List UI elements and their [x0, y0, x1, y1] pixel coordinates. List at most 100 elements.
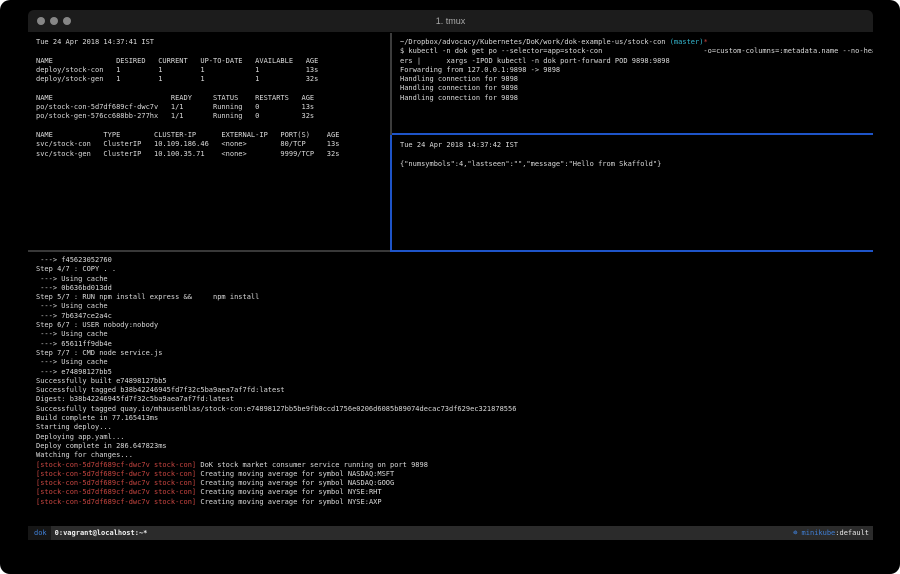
- text-segment: Forwarding from 127.0.0.1:9898 -> 9898: [400, 66, 560, 74]
- terminal-line: deploy/stock-con 1 1 1 1 13s: [36, 66, 390, 75]
- terminal-line: ---> 0b636bd013dd: [36, 284, 873, 293]
- terminal-line: NAME DESIRED CURRENT UP-TO-DATE AVAILABL…: [36, 57, 390, 66]
- text-segment: Digest: b38b42246945fd7f32c5ba9aea7af7fd…: [36, 395, 234, 403]
- terminal-line: [stock-con-5d7df689cf-dwc7v stock-con] D…: [36, 461, 873, 470]
- text-segment: Deploying app.yaml...: [36, 433, 125, 441]
- text-segment: ---> e74898127bb5: [36, 368, 112, 376]
- terminal-line: $ kubectl -n dok get po --selector=app=s…: [400, 47, 873, 56]
- text-segment: Step 4/7 : COPY . .: [36, 265, 116, 273]
- terminal-line: Forwarding from 127.0.0.1:9898 -> 9898: [400, 66, 873, 75]
- text-segment: Handling connection for 9898: [400, 94, 518, 102]
- text-segment: po/stock-gen-576cc688bb-277hx 1/1 Runnin…: [36, 112, 314, 120]
- terminal-line: Step 4/7 : COPY . .: [36, 265, 873, 274]
- text-segment: ---> 7b6347ce2a4c: [36, 312, 112, 320]
- terminal-line: Successfully tagged quay.io/mhausenblas/…: [36, 405, 873, 414]
- terminal-line: Starting deploy...: [36, 423, 873, 432]
- terminal-line: [36, 47, 390, 56]
- text-segment: ---> 0b636bd013dd: [36, 284, 112, 292]
- terminal-line: ---> 7b6347ce2a4c: [36, 312, 873, 321]
- terminal-line: ---> Using cache: [36, 358, 873, 367]
- terminal-line: Tue 24 Apr 2018 14:37:42 IST: [400, 141, 873, 150]
- text-segment: Starting deploy...: [36, 423, 112, 431]
- text-segment: ---> Using cache: [36, 358, 108, 366]
- terminal-line: Step 7/7 : CMD node service.js: [36, 349, 873, 358]
- git-branch: (master): [670, 38, 704, 46]
- terminal-line: Digest: b38b42246945fd7f32c5ba9aea7af7fd…: [36, 395, 873, 404]
- text-segment: Tue 24 Apr 2018 14:37:41 IST: [36, 38, 154, 46]
- terminal-line: Handling connection for 9898: [400, 84, 873, 93]
- text-segment: Step 6/7 : USER nobody:nobody: [36, 321, 158, 329]
- text-segment: ---> 65611ff9db4e: [36, 340, 112, 348]
- tmux-window-label[interactable]: 0:vagrant@localhost:~*: [51, 526, 148, 540]
- text-segment: Successfully built e74898127bb5: [36, 377, 167, 385]
- terminal-line: [36, 84, 390, 93]
- terminal-line: Step 5/7 : RUN npm install express && np…: [36, 293, 873, 302]
- text-segment: ers | xargs -IPOD kubectl -n dok port-fo…: [400, 57, 670, 65]
- text-segment: NAME DESIRED CURRENT UP-TO-DATE AVAILABL…: [36, 57, 318, 65]
- text-segment: po/stock-con-5d7df689cf-dwc7v 1/1 Runnin…: [36, 103, 314, 111]
- terminal-line: Deploying app.yaml...: [36, 433, 873, 442]
- terminal-line: [stock-con-5d7df689cf-dwc7v stock-con] C…: [36, 470, 873, 479]
- text-segment: {"numsymbols":4,"lastseen":"","message":…: [400, 160, 661, 168]
- text-segment: NAME READY STATUS RESTARTS AGE: [36, 94, 314, 102]
- terminal-line: svc/stock-con ClusterIP 10.109.186.46 <n…: [36, 140, 390, 149]
- text-segment: Successfully tagged b38b42246945fd7f32c5…: [36, 386, 285, 394]
- text-segment: ---> f45623052760: [36, 256, 112, 264]
- terminal-line: Successfully built e74898127bb5: [36, 377, 873, 386]
- text-segment: ---> Using cache: [36, 302, 108, 310]
- text-segment: Build complete in 77.165413ms: [36, 414, 158, 422]
- terminal-line: Watching for changes...: [36, 451, 873, 460]
- window-titlebar[interactable]: 1. tmux: [28, 10, 873, 33]
- text-segment: svc/stock-gen ClusterIP 10.100.35.71 <no…: [36, 150, 339, 158]
- pane-kubectl-watch[interactable]: Tue 24 Apr 2018 14:37:41 IST NAME DESIRED…: [28, 33, 390, 250]
- kube-context: minikube: [797, 529, 835, 537]
- tmux-status-bar: dok 0:vagrant@localhost:~* ☸ minikube:de…: [28, 526, 873, 540]
- terminal-line: NAME READY STATUS RESTARTS AGE: [36, 94, 390, 103]
- text-segment: Step 5/7 : RUN npm install express && np…: [36, 293, 259, 301]
- terminal-line: ---> f45623052760: [36, 256, 873, 265]
- desktop-background: 1. tmux Tue 24 Apr 2018 14:37:41 IST NAME…: [0, 0, 900, 574]
- terminal-line: Successfully tagged b38b42246945fd7f32c5…: [36, 386, 873, 395]
- pod-log-prefix: [stock-con-5d7df689cf-dwc7v stock-con]: [36, 461, 196, 469]
- terminal-line: ---> 65611ff9db4e: [36, 340, 873, 349]
- pod-log-message: Creating moving average for symbol NASDA…: [196, 470, 394, 478]
- terminal-line: deploy/stock-gen 1 1 1 1 32s: [36, 75, 390, 84]
- terminal-line: ers | xargs -IPOD kubectl -n dok port-fo…: [400, 57, 873, 66]
- text-segment: Tue 24 Apr 2018 14:37:42 IST: [400, 141, 518, 149]
- text-segment: ---> Using cache: [36, 275, 108, 283]
- pod-log-prefix: [stock-con-5d7df689cf-dwc7v stock-con]: [36, 470, 196, 478]
- pod-log-prefix: [stock-con-5d7df689cf-dwc7v stock-con]: [36, 498, 196, 506]
- terminal-line: {"numsymbols":4,"lastseen":"","message":…: [400, 160, 873, 169]
- text-segment: Handling connection for 9898: [400, 84, 518, 92]
- terminal-line: Tue 24 Apr 2018 14:37:41 IST: [36, 38, 390, 47]
- pane-port-forward[interactable]: ~/Dropbox/advocacy/Kubernetes/DoK/work/d…: [392, 33, 873, 133]
- tmux-status-right: ☸ minikube:default: [793, 526, 873, 540]
- text-segment: NAME TYPE CLUSTER-IP EXTERNAL-IP PORT(S)…: [36, 131, 339, 139]
- pod-log-prefix: [stock-con-5d7df689cf-dwc7v stock-con]: [36, 488, 196, 496]
- pod-log-message: Creating moving average for symbol NYSE:…: [196, 488, 381, 496]
- tmux-right-column: ~/Dropbox/advocacy/Kubernetes/DoK/work/d…: [392, 33, 873, 250]
- text-segment: Deploy complete in 286.647823ms: [36, 442, 167, 450]
- terminal-line: Handling connection for 9898: [400, 94, 873, 103]
- terminal-window: 1. tmux Tue 24 Apr 2018 14:37:41 IST NAME…: [28, 10, 873, 545]
- pod-log-prefix: [stock-con-5d7df689cf-dwc7v stock-con]: [36, 479, 196, 487]
- text-segment: deploy/stock-gen 1 1 1 1 32s: [36, 75, 318, 83]
- text-segment: svc/stock-con ClusterIP 10.109.186.46 <n…: [36, 140, 339, 148]
- terminal-line: [stock-con-5d7df689cf-dwc7v stock-con] C…: [36, 479, 873, 488]
- terminal-line: ---> Using cache: [36, 302, 873, 311]
- terminal-line: po/stock-con-5d7df689cf-dwc7v 1/1 Runnin…: [36, 103, 390, 112]
- terminal-line: po/stock-gen-576cc688bb-277hx 1/1 Runnin…: [36, 112, 390, 121]
- terminal-line: Step 6/7 : USER nobody:nobody: [36, 321, 873, 330]
- tmux-session-name[interactable]: dok: [28, 526, 51, 540]
- terminal-line: ---> e74898127bb5: [36, 368, 873, 377]
- text-segment: deploy/stock-con 1 1 1 1 13s: [36, 66, 318, 74]
- git-dirty-marker: *: [703, 38, 707, 46]
- pane-curl-output-active[interactable]: Tue 24 Apr 2018 14:37:42 IST {"numsymbols…: [392, 135, 873, 250]
- terminal-line: [stock-con-5d7df689cf-dwc7v stock-con] C…: [36, 498, 873, 507]
- text-segment: Successfully tagged quay.io/mhausenblas/…: [36, 405, 516, 413]
- pod-log-message: Creating moving average for symbol NYSE:…: [196, 498, 381, 506]
- terminal-line: [36, 122, 390, 131]
- terminal-line: ~/Dropbox/advocacy/Kubernetes/DoK/work/d…: [400, 38, 873, 47]
- pane-skaffold-log[interactable]: ---> f45623052760Step 4/7 : COPY . . ---…: [28, 252, 873, 516]
- tmux-session: Tue 24 Apr 2018 14:37:41 IST NAME DESIRED…: [28, 33, 873, 545]
